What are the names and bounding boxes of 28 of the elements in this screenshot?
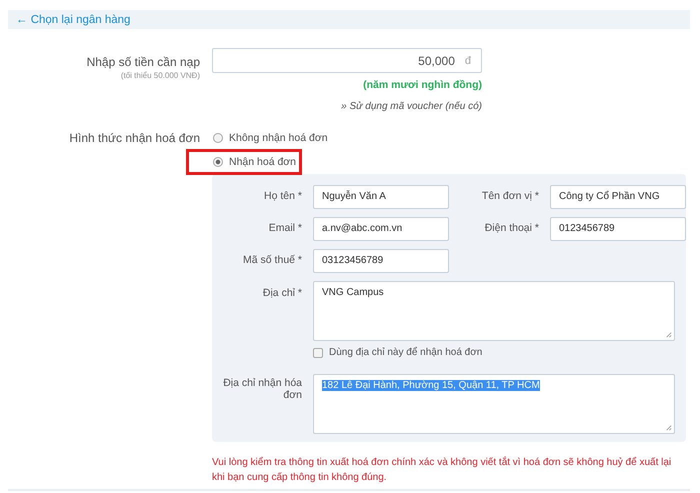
checkbox-label: Dùng địa chỉ này để nhận hoá đơn (329, 347, 482, 358)
input-field[interactable]: 0123456789 (550, 217, 686, 241)
field-label: Họ tên * (263, 189, 302, 204)
amount-in-words: (năm mươi nghìn đồng) (363, 79, 482, 91)
resize-grip-icon (665, 424, 672, 431)
checkbox[interactable] (313, 348, 323, 358)
input-field[interactable]: Công ty Cổ Phần VNG (550, 185, 686, 209)
amount-label: Nhập số tiền cần nạp (86, 55, 200, 69)
field-label: Điện thoại * (484, 221, 539, 236)
amount-hint: (tối thiểu 50.000 VNĐ) (120, 71, 200, 80)
invoice-label: Hình thức nhận hoá đơn (68, 131, 200, 145)
radio-button[interactable] (213, 132, 223, 142)
warning-text: Vui lòng kiểm tra thông tin xuất hoá đơn chính xác và không viết tắt vì hoá đơn sẽ không huỷ để xuất lại khi bạn cung cấp thông tin không đúng. (212, 455, 672, 485)
field-label: Mã số thuế * (242, 253, 302, 268)
radio-label: Không nhận hoá đơn (229, 132, 328, 144)
resize-grip-icon (665, 331, 672, 338)
field-label: Địa chỉ * (262, 286, 302, 301)
input-field[interactable]: 03123456789 (313, 249, 449, 273)
field-label: Tên đơn vị * (480, 189, 539, 204)
radio-label: Nhận hoá đơn (229, 156, 296, 168)
radio-button[interactable] (213, 157, 223, 167)
input-field[interactable]: a.nv@abc.com.vn (313, 217, 449, 241)
amount-field[interactable]: 50,000 đ (212, 48, 482, 73)
field-label: Email * (268, 221, 302, 236)
address-field[interactable]: VNG Campus (313, 281, 675, 341)
input-field[interactable]: Nguyễn Văn A (313, 185, 449, 209)
voucher-link[interactable]: » Sử dụng mã voucher (nếu có) (341, 101, 482, 112)
field-label: Địa chỉ nhận hóa đơn (222, 376, 302, 403)
